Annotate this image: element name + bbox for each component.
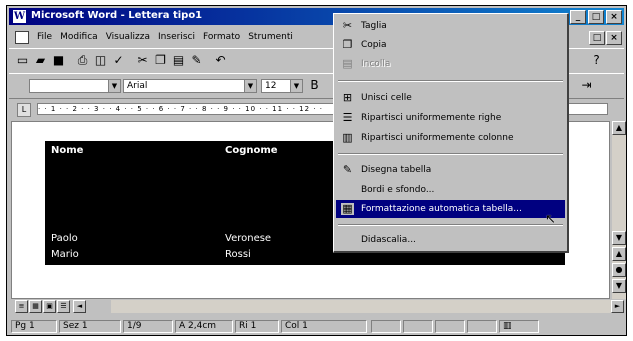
status-ovr [467, 320, 497, 333]
menu-separator [338, 153, 563, 155]
print-layout-icon[interactable]: ▣ [43, 300, 56, 313]
print-icon[interactable]: ⎙ [75, 53, 90, 68]
save-icon[interactable]: ■ [51, 53, 66, 68]
chevron-down-icon[interactable]: ▼ [244, 80, 256, 92]
status-rec [371, 320, 401, 333]
horizontal-scroll-row: ≡ ▦ ▣ ☰ ◄ ► [11, 299, 626, 315]
status-spelling: ▥ [499, 320, 539, 333]
font-size-combo[interactable]: 12 ▼ [261, 79, 303, 93]
menu-item-bordi-sfondo[interactable]: Bordi e sfondo... [336, 181, 565, 199]
menu-item-ripartisci-colonne[interactable]: ▥ Ripartisci uniformemente colonne [336, 129, 565, 147]
menu-strumenti[interactable]: Strumenti [244, 32, 297, 42]
undo-icon[interactable]: ↶ [213, 53, 228, 68]
menu-item-copia[interactable]: ❐ Copia [336, 36, 565, 54]
paste-icon: ▤ [342, 57, 353, 70]
status-position: A 2,4cm [175, 320, 233, 333]
web-layout-icon[interactable]: ▦ [29, 300, 42, 313]
menu-visualizza[interactable]: Visualizza [102, 32, 154, 42]
mouse-pointer-icon: ↖ [545, 212, 556, 227]
open-folder-icon[interactable]: ▰ [33, 53, 48, 68]
merge-cells-icon: ⊞ [342, 91, 353, 104]
document-caption-buttons: □ × [589, 31, 622, 45]
next-page-icon[interactable]: ▼ [612, 279, 626, 293]
document-icon[interactable] [15, 30, 29, 44]
table-header-cognome[interactable]: Cognome [225, 145, 278, 156]
status-line: Ri 1 [235, 320, 279, 333]
distribute-columns-icon: ▥ [342, 131, 353, 144]
menu-modifica[interactable]: Modifica [56, 32, 102, 42]
menu-item-unisci-celle[interactable]: ⊞ Unisci celle [336, 89, 565, 107]
minimize-button[interactable]: _ [570, 10, 586, 24]
indent-icon[interactable]: ⇥ [579, 78, 594, 93]
doc-restore-button[interactable]: □ [589, 31, 605, 45]
browse-object-icon[interactable]: ● [612, 263, 626, 277]
menu-separator [338, 224, 563, 226]
autoformat-icon: ▦ [341, 202, 354, 215]
normal-view-icon[interactable]: ≡ [15, 300, 28, 313]
status-section: Sez 1 [59, 320, 121, 333]
tab-selector-icon[interactable]: L [17, 103, 31, 117]
status-page-of: 1/9 [123, 320, 173, 333]
book-icon: ▥ [503, 321, 512, 331]
window-title: Microsoft Word - Lettera tipo1 [31, 10, 203, 21]
table-cell[interactable]: Veronese [225, 233, 271, 244]
maximize-button[interactable]: □ [588, 10, 604, 24]
menu-separator [338, 80, 563, 82]
menu-item-disegna-tabella[interactable]: ✎ Disegna tabella [336, 161, 565, 179]
previous-page-icon[interactable]: ▲ [612, 247, 626, 261]
status-bar: Pg 1 Sez 1 1/9 A 2,4cm Ri 1 Col 1 ▥ [9, 318, 624, 335]
word-icon[interactable]: W [13, 10, 26, 23]
cut-icon[interactable]: ✂ [135, 53, 150, 68]
help-icon[interactable]: ? [589, 53, 604, 68]
status-ext [435, 320, 465, 333]
style-combo[interactable]: ▼ [29, 79, 121, 93]
font-size-value: 12 [265, 81, 277, 91]
table-header-nome[interactable]: Nome [51, 145, 83, 156]
bold-icon[interactable]: B [307, 78, 322, 93]
scroll-up-icon[interactable]: ▲ [612, 121, 626, 135]
format-painter-icon[interactable]: ✎ [189, 53, 204, 68]
caption-buttons: _ □ × [570, 10, 622, 24]
table-cell[interactable]: Rossi [225, 249, 251, 260]
menu-item-formattazione-automatica[interactable]: ▦ Formattazione automatica tabella... [336, 200, 565, 218]
table-cell[interactable]: Mario [51, 249, 79, 260]
menu-item-ripartisci-righe[interactable]: ☰ Ripartisci uniformemente righe [336, 109, 565, 127]
scroll-left-icon[interactable]: ◄ [73, 300, 86, 313]
pencil-icon: ✎ [342, 163, 353, 176]
scroll-down-icon[interactable]: ▼ [612, 231, 626, 245]
close-button[interactable]: × [606, 10, 622, 24]
paste-icon[interactable]: ▤ [171, 53, 186, 68]
chevron-down-icon[interactable]: ▼ [108, 80, 120, 92]
distribute-rows-icon: ☰ [342, 111, 353, 124]
scissors-icon: ✂ [342, 19, 353, 32]
spelling-icon[interactable]: ✓ [111, 53, 126, 68]
outline-view-icon[interactable]: ☰ [57, 300, 70, 313]
menu-formato[interactable]: Formato [199, 32, 244, 42]
font-name-value: Arial [127, 81, 148, 91]
doc-close-button[interactable]: × [606, 31, 622, 45]
copy-icon: ❐ [342, 38, 353, 51]
menu-item-taglia[interactable]: ✂ Taglia [336, 17, 565, 35]
scroll-right-icon[interactable]: ► [611, 300, 624, 313]
vertical-scrollbar[interactable]: ▲ ▼ ▲ ● ▼ [612, 121, 626, 299]
status-rev [403, 320, 433, 333]
print-preview-icon[interactable]: ◫ [93, 53, 108, 68]
new-document-icon[interactable]: ▭ [15, 53, 30, 68]
status-column: Col 1 [281, 320, 367, 333]
horizontal-scrollbar[interactable] [111, 300, 611, 313]
menu-inserisci[interactable]: Inserisci [154, 32, 199, 42]
menu-item-didascalia[interactable]: Didascalia... [336, 231, 565, 249]
table-cell[interactable]: Paolo [51, 233, 78, 244]
chevron-down-icon[interactable]: ▼ [290, 80, 302, 92]
status-page: Pg 1 [11, 320, 57, 333]
table-context-menu: ✂ Taglia ❐ Copia ▤ Incolla ⊞ Unisci cell… [333, 13, 569, 253]
menu-item-incolla[interactable]: ▤ Incolla [336, 55, 565, 73]
copy-icon[interactable]: ❐ [153, 53, 168, 68]
menu-file[interactable]: File [33, 32, 56, 42]
font-name-combo[interactable]: Arial ▼ [123, 79, 257, 93]
